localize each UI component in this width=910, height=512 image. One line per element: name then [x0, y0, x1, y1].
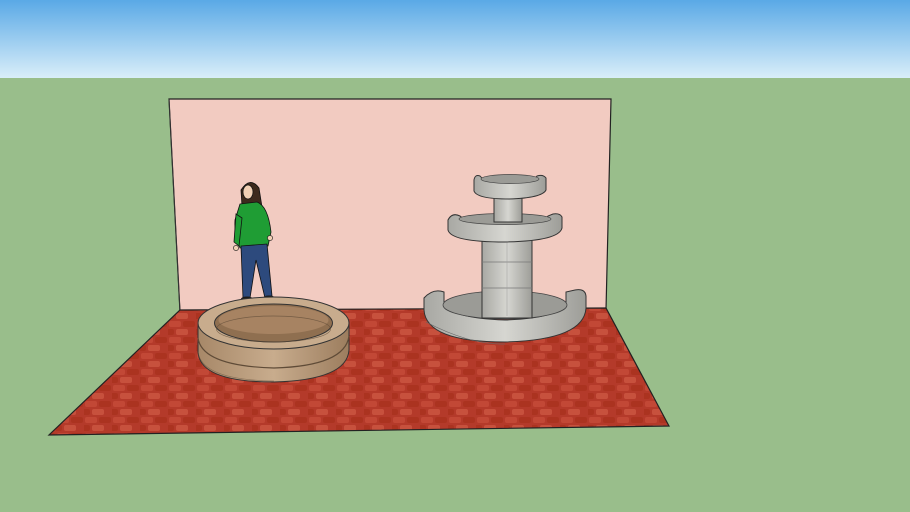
sky	[0, 0, 910, 78]
round-planter	[197, 296, 350, 383]
back-wall	[168, 98, 612, 313]
sketchup-scene	[0, 0, 910, 512]
